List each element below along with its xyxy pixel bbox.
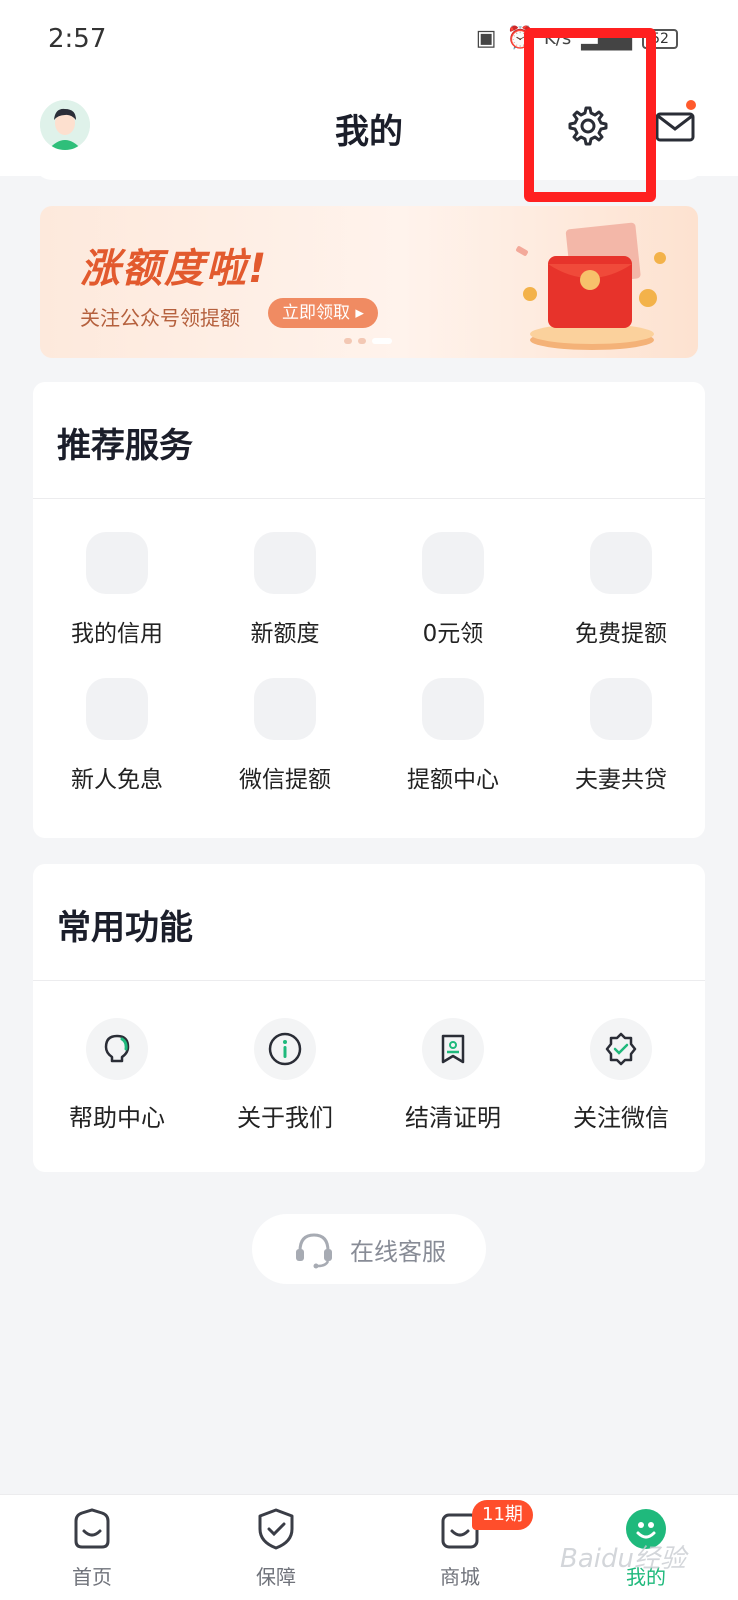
unread-dot <box>686 100 696 110</box>
online-service-label: 在线客服 <box>350 1237 446 1266</box>
service-label: 免费提额 <box>575 621 667 647</box>
function-follow-wechat[interactable]: 关注微信 <box>537 1018 705 1133</box>
watermark-text: Baidu经验 <box>560 1544 686 1574</box>
tab-home[interactable]: 首页 <box>42 1507 142 1590</box>
service-label: 提额中心 <box>407 767 499 793</box>
service-placeholder-icon <box>254 532 316 594</box>
service-label: 微信提额 <box>239 767 331 793</box>
function-label: 关于我们 <box>237 1104 333 1132</box>
service-free-raise[interactable]: 免费提额 <box>537 532 705 648</box>
function-about-us[interactable]: 关于我们 <box>201 1018 369 1133</box>
banner-dot-active <box>372 338 392 344</box>
banner-title: 涨额度啦! <box>80 246 269 292</box>
annotation-highlight-box <box>524 28 656 202</box>
banner-claim-button[interactable]: 立即领取 ▸ <box>268 298 378 328</box>
service-placeholder-icon <box>86 532 148 594</box>
banner-dot <box>344 338 352 344</box>
function-help-center[interactable]: 帮助中心 <box>33 1018 201 1133</box>
service-placeholder-icon <box>422 532 484 594</box>
message-button[interactable] <box>654 106 696 146</box>
home-icon <box>74 1508 110 1549</box>
tab-label: 保障 <box>256 1565 296 1589</box>
service-label: 我的信用 <box>71 621 163 647</box>
red-envelope-illustration <box>516 222 666 350</box>
service-raise-center[interactable]: 提额中心 <box>369 678 537 794</box>
divider <box>33 498 705 499</box>
promo-banner[interactable]: 涨额度啦! 关注公众号领提额 立即领取 ▸ <box>40 206 698 358</box>
lightbulb-icon <box>86 1018 148 1080</box>
shield-check-icon <box>258 1508 294 1550</box>
tab-label: 首页 <box>72 1565 112 1589</box>
service-label: 新额度 <box>250 621 320 647</box>
online-service-button[interactable]: 在线客服 <box>252 1214 486 1284</box>
divider <box>33 980 705 981</box>
nfc-icon: ▣ <box>475 26 497 51</box>
service-placeholder-icon <box>422 678 484 740</box>
mall-installment-badge: 11期 <box>472 1500 533 1530</box>
functions-title: 常用功能 <box>57 908 193 948</box>
verified-badge-icon <box>590 1018 652 1080</box>
service-my-credit[interactable]: 我的信用 <box>33 532 201 648</box>
tab-protection[interactable]: 保障 <box>226 1507 326 1590</box>
service-newcomer-interest-free[interactable]: 新人免息 <box>33 678 201 794</box>
service-label: 0元领 <box>422 621 484 647</box>
service-new-quota[interactable]: 新额度 <box>201 532 369 648</box>
banner-claim-label: 立即领取 <box>282 303 350 323</box>
tab-label: 商城 <box>440 1565 480 1589</box>
banner-dot <box>358 338 366 344</box>
service-wechat-raise[interactable]: 微信提额 <box>201 678 369 794</box>
service-label: 新人免息 <box>71 767 163 793</box>
service-label: 夫妻共贷 <box>575 767 667 793</box>
mail-icon <box>655 112 695 142</box>
banner-subtitle: 关注公众号领提额 <box>80 306 240 330</box>
function-label: 结清证明 <box>405 1104 501 1132</box>
headset-icon <box>296 1233 332 1269</box>
service-placeholder-icon <box>254 678 316 740</box>
service-placeholder-icon <box>590 532 652 594</box>
recommended-services-card: 推荐服务 我的信用 新额度 0元领 免费提额 新人免息 微信提额 提额中心 夫妻… <box>33 382 705 838</box>
services-title: 推荐服务 <box>57 426 193 466</box>
info-icon <box>254 1018 316 1080</box>
common-functions-card: 常用功能 帮助中心 关于我们 结清证明 关注微信 <box>33 864 705 1172</box>
function-label: 帮助中心 <box>69 1104 165 1132</box>
status-time: 2:57 <box>48 24 107 54</box>
certificate-icon <box>422 1018 484 1080</box>
banner-pagination <box>344 338 392 344</box>
service-placeholder-icon <box>86 678 148 740</box>
service-zero-yuan[interactable]: 0元领 <box>369 532 537 648</box>
function-settlement-proof[interactable]: 结清证明 <box>369 1018 537 1133</box>
service-placeholder-icon <box>590 678 652 740</box>
function-label: 关注微信 <box>573 1104 669 1132</box>
service-couple-loan[interactable]: 夫妻共贷 <box>537 678 705 794</box>
